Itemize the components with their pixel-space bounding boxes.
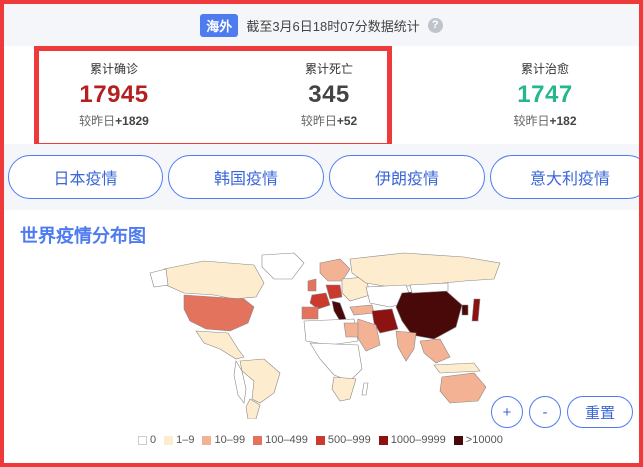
delta-value: +52 xyxy=(336,114,358,128)
update-bar: 海外 截至3月6日18时07分数据统计 ? xyxy=(4,4,639,46)
map-region-turkey xyxy=(349,304,375,316)
legend-swatch xyxy=(202,435,212,445)
map-region-japan xyxy=(471,298,481,322)
legend-item: 10–99 xyxy=(202,434,245,446)
tab-korea[interactable]: 韩国疫情 xyxy=(168,155,324,199)
tab-japan[interactable]: 日本疫情 xyxy=(8,155,163,199)
legend-swatch xyxy=(253,435,263,445)
stat-delta: 较昨日+182 xyxy=(470,112,620,129)
legend-item: 100–499 xyxy=(253,434,308,446)
legend-swatch xyxy=(453,435,463,445)
legend-item: 1–9 xyxy=(164,434,194,446)
stat-label: 累计死亡 xyxy=(304,62,353,76)
map-region-africa-south xyxy=(331,376,357,402)
map-region-europe-north xyxy=(319,258,351,282)
map-region-mexico xyxy=(195,330,245,360)
map-region-india xyxy=(395,330,417,362)
world-map[interactable] xyxy=(144,249,514,419)
legend-swatch xyxy=(164,435,174,445)
legend-swatch xyxy=(378,435,388,445)
stat-confirmed: 累计确诊 17945 较昨日+1829 xyxy=(39,60,189,129)
map-region-korea xyxy=(461,304,469,316)
reset-button[interactable]: 重置 xyxy=(567,396,633,428)
map-region-china xyxy=(395,288,463,340)
map-region-russia xyxy=(349,252,501,288)
delta-label: 较昨日 xyxy=(513,114,550,128)
map-region-africa-central xyxy=(309,342,363,382)
map-region-indonesia xyxy=(433,362,481,374)
stat-label: 累计确诊 xyxy=(89,62,138,76)
legend-swatch xyxy=(138,435,147,445)
map-region-australia xyxy=(439,372,487,404)
map-region-alaska xyxy=(149,268,169,288)
map-region-italy xyxy=(331,300,347,322)
map-title: 世界疫情分布图 xyxy=(20,226,146,246)
stat-cured: 累计治愈 1747 较昨日+182 xyxy=(470,60,620,129)
legend-label: 10–99 xyxy=(214,434,246,446)
abroad-badge: 海外 xyxy=(200,13,239,37)
stats-row: 累计确诊 17945 较昨日+1829 累计死亡 345 较昨日+52 累计治愈… xyxy=(4,46,639,148)
update-timestamp: 截至3月6日18时07分数据统计 xyxy=(246,18,420,34)
zoom-in-button[interactable]: + xyxy=(491,396,523,428)
stat-label: 累计治愈 xyxy=(520,62,569,76)
legend-label: 500–999 xyxy=(327,434,371,446)
legend-item: >10000 xyxy=(453,434,503,446)
help-icon[interactable]: ? xyxy=(427,17,443,33)
map-legend: 0 1–9 10–99 100–499 500–999 1000–9999 >1… xyxy=(138,434,503,446)
map-region-germany xyxy=(325,284,343,300)
delta-value: +182 xyxy=(549,114,577,128)
map-region-mongolia xyxy=(409,282,449,294)
tab-iran[interactable]: 伊朗疫情 xyxy=(329,155,485,199)
map-region-france xyxy=(309,292,331,310)
map-region-brazil xyxy=(239,358,281,404)
delta-label: 较昨日 xyxy=(300,114,337,128)
zoom-out-button[interactable]: - xyxy=(529,396,561,428)
legend-item: 1000–9999 xyxy=(378,434,446,446)
stat-value: 1747 xyxy=(517,81,573,108)
stat-delta: 较昨日+1829 xyxy=(39,112,189,129)
delta-label: 较昨日 xyxy=(79,114,116,128)
legend-item: 500–999 xyxy=(315,434,371,446)
country-tabs: 日本疫情 韩国疫情 伊朗疫情 意大利疫情 xyxy=(4,144,639,210)
legend-swatch xyxy=(315,435,325,445)
legend-label: 100–499 xyxy=(265,434,308,446)
map-region-egypt xyxy=(343,322,359,338)
map-region-uk xyxy=(307,278,317,292)
tab-italy[interactable]: 意大利疫情 xyxy=(490,155,639,199)
legend-label: >10000 xyxy=(465,434,503,446)
map-region-usa xyxy=(183,294,255,332)
stat-value: 345 xyxy=(308,81,350,108)
legend-item: 0 xyxy=(138,434,156,446)
page-frame: 海外 截至3月6日18时07分数据统计 ? 累计确诊 17945 较昨日+182… xyxy=(0,0,643,467)
legend-label: 1000–9999 xyxy=(390,434,446,446)
map-region-spain xyxy=(301,306,319,320)
map-region-madagascar xyxy=(361,382,369,396)
stat-deaths: 累计死亡 345 较昨日+52 xyxy=(254,60,404,129)
delta-value: +1829 xyxy=(115,114,149,128)
map-region-se-asia xyxy=(419,338,451,364)
map-region-canada xyxy=(163,260,265,300)
legend-label: 1–9 xyxy=(176,434,195,446)
map-region-greenland xyxy=(261,252,305,280)
stat-value: 17945 xyxy=(79,81,149,108)
stat-delta: 较昨日+52 xyxy=(254,112,404,129)
legend-label: 0 xyxy=(150,434,157,446)
